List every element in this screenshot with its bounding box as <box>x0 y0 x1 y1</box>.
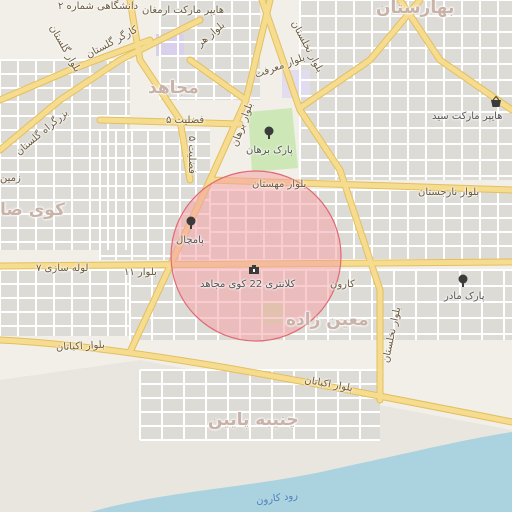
road-label-fazilat-5: فضلیت ۵ <box>166 115 205 126</box>
police-icon[interactable] <box>248 264 260 276</box>
road-label-vertical-left: فضلیت ۵ <box>186 135 198 175</box>
map-canvas[interactable]: بهارستان مجاهد کوی صا معین زاده چنیبه پا… <box>0 0 512 512</box>
road-label-zamin: زمین <box>0 173 21 184</box>
road-label-karun: کارون <box>330 279 355 290</box>
road-label-bolvar-11: بلوار ۱۱ <box>124 267 157 278</box>
poi-label-hypermarket-saeed[interactable]: هایپر مارکت سید <box>432 112 502 122</box>
poi-label-pamchal[interactable]: پامچال <box>176 236 204 246</box>
district-label-mojahed: مجاهد <box>148 78 199 98</box>
poi-label-hyper-armaghan: هایپر مارکت ارمغان <box>142 5 224 16</box>
tree-icon[interactable] <box>184 216 198 230</box>
road-label-loleh-sazi: لوله سازی ۷ <box>36 263 89 274</box>
tree-icon[interactable] <box>456 274 470 288</box>
road-label-bolvar-mahestan: بلوار مهستان <box>252 179 307 190</box>
district-label-baharestan: بهارستان <box>376 0 455 18</box>
poi-label-park-borhan[interactable]: پارک برهان <box>246 146 293 156</box>
shopping-basket-icon[interactable] <box>490 96 502 108</box>
district-label-moin-zadeh: معین زاده <box>286 310 369 330</box>
road-label-university: دانشگاهی شماره ۲ <box>58 1 139 12</box>
district-label-chenibeh-paeen: چنیبه پایین <box>208 410 299 430</box>
tree-icon[interactable] <box>262 126 276 140</box>
road-label-bolvar-narjestan: بلوار نارجستان <box>418 187 480 198</box>
poi-label-kalantari[interactable]: کلانتری 22 کوی مجاهد <box>200 280 295 290</box>
park-borhan-area <box>248 108 298 172</box>
poi-label-park-madar[interactable]: پارک مادر <box>444 292 484 302</box>
district-label-koye-sa: کوی صا <box>0 200 65 220</box>
